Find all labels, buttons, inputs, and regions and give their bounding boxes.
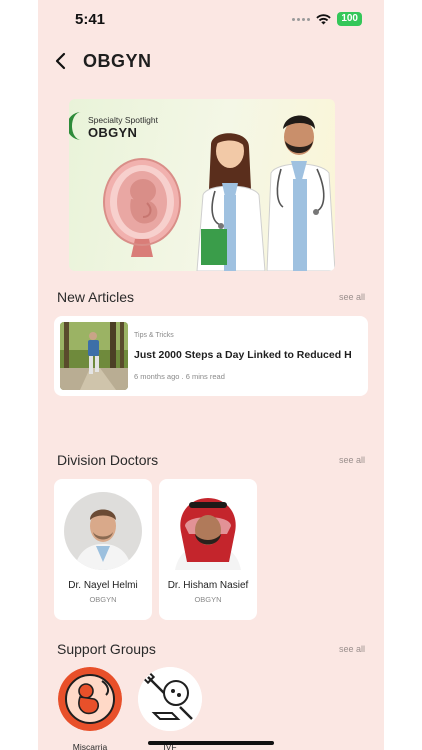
banner-title: OBGYN — [88, 125, 138, 140]
see-all-articles-link[interactable]: see all — [339, 292, 365, 302]
doctor-name: Dr. Nayel Helmi — [68, 580, 138, 591]
doctor-name: Dr. Hisham Nasief — [167, 580, 249, 591]
section-title: New Articles — [57, 289, 135, 305]
specialty-banner[interactable]: Specialty Spotlight OBGYN — [69, 99, 335, 271]
doctors-section-header: Division Doctors see all — [57, 452, 365, 472]
page-title: OBGYN — [83, 51, 152, 71]
doctor-avatar — [169, 492, 247, 570]
doctor-card[interactable]: Dr. Nayel Helmi OBGYN — [54, 479, 152, 620]
home-indicator — [148, 741, 274, 745]
article-card[interactable]: Tips & Tricks Just 2000 Steps a Day Link… — [54, 316, 368, 396]
article-meta: 6 months ago . 6 mins read — [134, 372, 225, 381]
group-label: Miscarria — [72, 742, 108, 750]
doctor-avatar — [64, 492, 142, 570]
article-tag: Tips & Tricks — [134, 332, 174, 339]
support-group-item[interactable]: Miscarria — [55, 667, 125, 750]
battery-icon: 100 — [337, 12, 362, 26]
see-all-doctors-link[interactable]: see all — [339, 455, 365, 465]
articles-section-header: New Articles see all — [57, 289, 365, 309]
status-icons: 100 — [292, 12, 362, 26]
header: OBGYN — [38, 44, 384, 80]
app-screen: 5:41 100 OBGYN Specialty Spotlight OBGYN… — [38, 0, 384, 750]
doctor-card[interactable]: Dr. Hisham Nasief OBGYN — [159, 479, 257, 620]
back-button[interactable] — [50, 50, 72, 72]
article-thumbnail — [60, 322, 128, 390]
status-bar: 5:41 100 — [38, 0, 384, 40]
signal-icon — [292, 17, 311, 21]
miscarriage-group-icon — [58, 667, 122, 731]
support-groups-section-header: Support Groups see all — [57, 641, 365, 661]
section-title: Support Groups — [57, 641, 156, 657]
wifi-icon — [316, 13, 332, 24]
banner-kicker: Specialty Spotlight — [88, 115, 158, 125]
support-group-item[interactable]: IVF — [135, 667, 205, 750]
status-time: 5:41 — [75, 11, 106, 28]
doctor-specialty: OBGYN — [89, 595, 117, 604]
see-all-groups-link[interactable]: see all — [339, 644, 365, 654]
section-title: Division Doctors — [57, 452, 159, 468]
article-title: Just 2000 Steps a Day Linked to Reduced … — [134, 349, 352, 361]
chevron-left-icon — [55, 52, 66, 70]
doctor-specialty: OBGYN — [194, 595, 222, 604]
ivf-group-icon — [138, 667, 202, 731]
